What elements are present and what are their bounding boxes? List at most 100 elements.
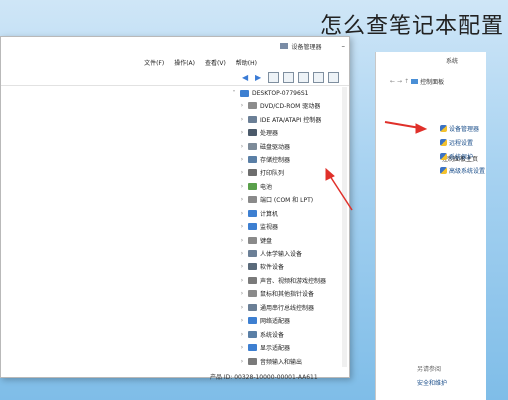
device-category-icon bbox=[248, 182, 257, 190]
chevron-right-icon[interactable]: › bbox=[239, 169, 245, 176]
shield-icon bbox=[440, 153, 447, 160]
device-category-row[interactable]: › 计算机 bbox=[239, 207, 351, 220]
device-category-row[interactable]: › 处理器 bbox=[239, 126, 351, 139]
chevron-right-icon[interactable]: › bbox=[239, 156, 245, 163]
system-window: 系统 ← → ↑ 控制面板 控制面板主页 bbox=[375, 52, 486, 400]
chevron-right-icon[interactable]: › bbox=[239, 129, 245, 136]
device-category-row[interactable]: › DVD/CD-ROM 驱动器 bbox=[239, 99, 351, 112]
device-category-row[interactable]: › IDE ATA/ATAPI 控制器 bbox=[239, 112, 351, 125]
device-category-row[interactable]: › 电池 bbox=[239, 180, 351, 193]
menu-file[interactable]: 文件(F) bbox=[144, 58, 164, 67]
device-category-icon bbox=[248, 223, 257, 231]
device-category-row[interactable]: › 键盘 bbox=[239, 233, 351, 246]
device-category-row[interactable]: › 打印队列 bbox=[239, 166, 351, 179]
chevron-right-icon[interactable]: › bbox=[239, 237, 245, 244]
device-category-icon bbox=[248, 303, 257, 311]
device-category-icon bbox=[248, 276, 257, 284]
device-category-row[interactable]: › 系统设备 bbox=[239, 327, 351, 340]
chevron-right-icon[interactable]: › bbox=[239, 250, 245, 257]
chevron-down-icon[interactable]: ˅ bbox=[231, 90, 237, 97]
minimize-icon[interactable]: – bbox=[342, 42, 346, 50]
device-category-icon bbox=[248, 250, 257, 258]
device-category-row[interactable]: › 软件设备 bbox=[239, 260, 351, 273]
device-tree: ˅ DESKTOP-07796S1 › DVD/CD-ROM 驱动器 › IDE AT… bbox=[233, 87, 351, 368]
link-system-protection[interactable]: 系统保护 bbox=[440, 152, 473, 161]
device-category-row[interactable]: › 存储控制器 bbox=[239, 153, 351, 166]
device-category-label: 软件设备 bbox=[260, 264, 285, 272]
device-category-icon bbox=[248, 169, 257, 177]
menu-view[interactable]: 查看(V) bbox=[205, 58, 226, 67]
link-device-manager[interactable]: 设备管理器 bbox=[440, 124, 479, 133]
chevron-right-icon[interactable]: › bbox=[239, 331, 245, 338]
chevron-right-icon[interactable]: › bbox=[239, 210, 245, 217]
device-category-label: 网络适配器 bbox=[260, 318, 291, 326]
properties-icon[interactable] bbox=[268, 71, 279, 83]
scrollbar[interactable] bbox=[342, 87, 347, 367]
device-category-label: 端口 (COM 和 LPT) bbox=[260, 197, 314, 205]
menu-action[interactable]: 操作(A) bbox=[174, 58, 195, 67]
device-category-row[interactable]: › 声音、视频和游戏控制器 bbox=[239, 274, 351, 287]
menu-help[interactable]: 帮助(H) bbox=[236, 58, 257, 67]
address-bar[interactable]: ← → ↑ 控制面板 bbox=[390, 74, 486, 88]
system-window-title: 系统 bbox=[446, 58, 459, 65]
forward-arrow-icon[interactable]: → bbox=[397, 78, 402, 85]
chevron-right-icon[interactable]: › bbox=[239, 277, 245, 284]
back-arrow-icon[interactable]: ◀ bbox=[242, 73, 251, 82]
see-also-label: 另请参阅 bbox=[417, 366, 442, 373]
device-category-row[interactable]: › 网络适配器 bbox=[239, 314, 351, 327]
chevron-right-icon[interactable]: › bbox=[239, 116, 245, 123]
device-category-row[interactable]: › 鼠标和其他指针设备 bbox=[239, 287, 351, 300]
chevron-right-icon[interactable]: › bbox=[239, 223, 245, 230]
device-category-label: DVD/CD-ROM 驱动器 bbox=[260, 103, 321, 111]
help-icon[interactable] bbox=[283, 71, 294, 83]
chevron-right-icon[interactable]: › bbox=[239, 304, 245, 311]
device-category-row[interactable]: › 监视器 bbox=[239, 220, 351, 233]
shield-icon bbox=[440, 139, 447, 146]
device-category-label: 通用串行总线控制器 bbox=[260, 304, 315, 312]
back-arrow-icon[interactable]: ← bbox=[390, 78, 395, 85]
chevron-right-icon[interactable]: › bbox=[239, 196, 245, 203]
device-manager-window: 设备管理器 – 文件(F) 操作(A) 查看(V) 帮助(H) ◀ ▶ ˅ DE… bbox=[0, 36, 350, 378]
show-hidden-icon[interactable] bbox=[298, 71, 309, 83]
computer-icon bbox=[240, 89, 249, 97]
device-category-label: 声音、视频和游戏控制器 bbox=[260, 277, 327, 285]
device-category-row[interactable]: › 端口 (COM 和 LPT) bbox=[239, 193, 351, 206]
link-advanced-settings[interactable]: 高级系统设置 bbox=[440, 166, 485, 175]
security-maintenance-link[interactable]: 安全和维护 bbox=[417, 378, 447, 387]
device-category-icon bbox=[248, 290, 257, 298]
device-category-row[interactable]: › 显示适配器 bbox=[239, 341, 351, 354]
chevron-right-icon[interactable]: › bbox=[239, 102, 245, 109]
chevron-right-icon[interactable]: › bbox=[239, 143, 245, 150]
device-category-row[interactable]: › 音频输入和输出 bbox=[239, 354, 351, 367]
chevron-right-icon[interactable]: › bbox=[239, 263, 245, 270]
up-arrow-icon[interactable]: ↑ bbox=[404, 78, 409, 85]
monitor-icon[interactable] bbox=[328, 71, 339, 83]
device-category-label: 磁盘驱动器 bbox=[260, 143, 291, 151]
device-category-row[interactable]: › 人体学输入设备 bbox=[239, 247, 351, 260]
address-text: 控制面板 bbox=[420, 78, 445, 86]
device-category-icon bbox=[248, 102, 257, 110]
device-category-row[interactable]: › 磁盘驱动器 bbox=[239, 139, 351, 152]
chevron-right-icon[interactable]: › bbox=[239, 344, 245, 351]
device-category-label: 打印队列 bbox=[260, 170, 285, 178]
forward-arrow-icon[interactable]: ▶ bbox=[255, 73, 264, 82]
title-bar[interactable]: 设备管理器 – bbox=[1, 37, 349, 55]
device-category-label: 电池 bbox=[260, 183, 273, 191]
device-category-label: 计算机 bbox=[260, 210, 279, 218]
device-category-label: 键盘 bbox=[260, 237, 273, 245]
tree-root[interactable]: ˅ DESKTOP-07796S1 bbox=[231, 87, 351, 99]
chevron-right-icon[interactable]: › bbox=[239, 183, 245, 190]
scan-hardware-icon[interactable] bbox=[313, 71, 324, 83]
device-category-icon bbox=[248, 155, 257, 163]
page-title: 怎么查笔记本配置 bbox=[319, 14, 504, 39]
chevron-right-icon[interactable]: › bbox=[239, 317, 245, 324]
device-category-label: 鼠标和其他指针设备 bbox=[260, 291, 315, 299]
device-category-row[interactable]: › 通用串行总线控制器 bbox=[239, 301, 351, 314]
chevron-right-icon[interactable]: › bbox=[239, 358, 245, 365]
chevron-right-icon[interactable]: › bbox=[239, 290, 245, 297]
device-category-icon bbox=[248, 330, 257, 338]
link-remote-settings[interactable]: 远程设置 bbox=[440, 138, 473, 147]
device-category-label: 人体学输入设备 bbox=[260, 251, 303, 259]
device-category-icon bbox=[248, 115, 257, 123]
shield-icon bbox=[440, 125, 447, 132]
